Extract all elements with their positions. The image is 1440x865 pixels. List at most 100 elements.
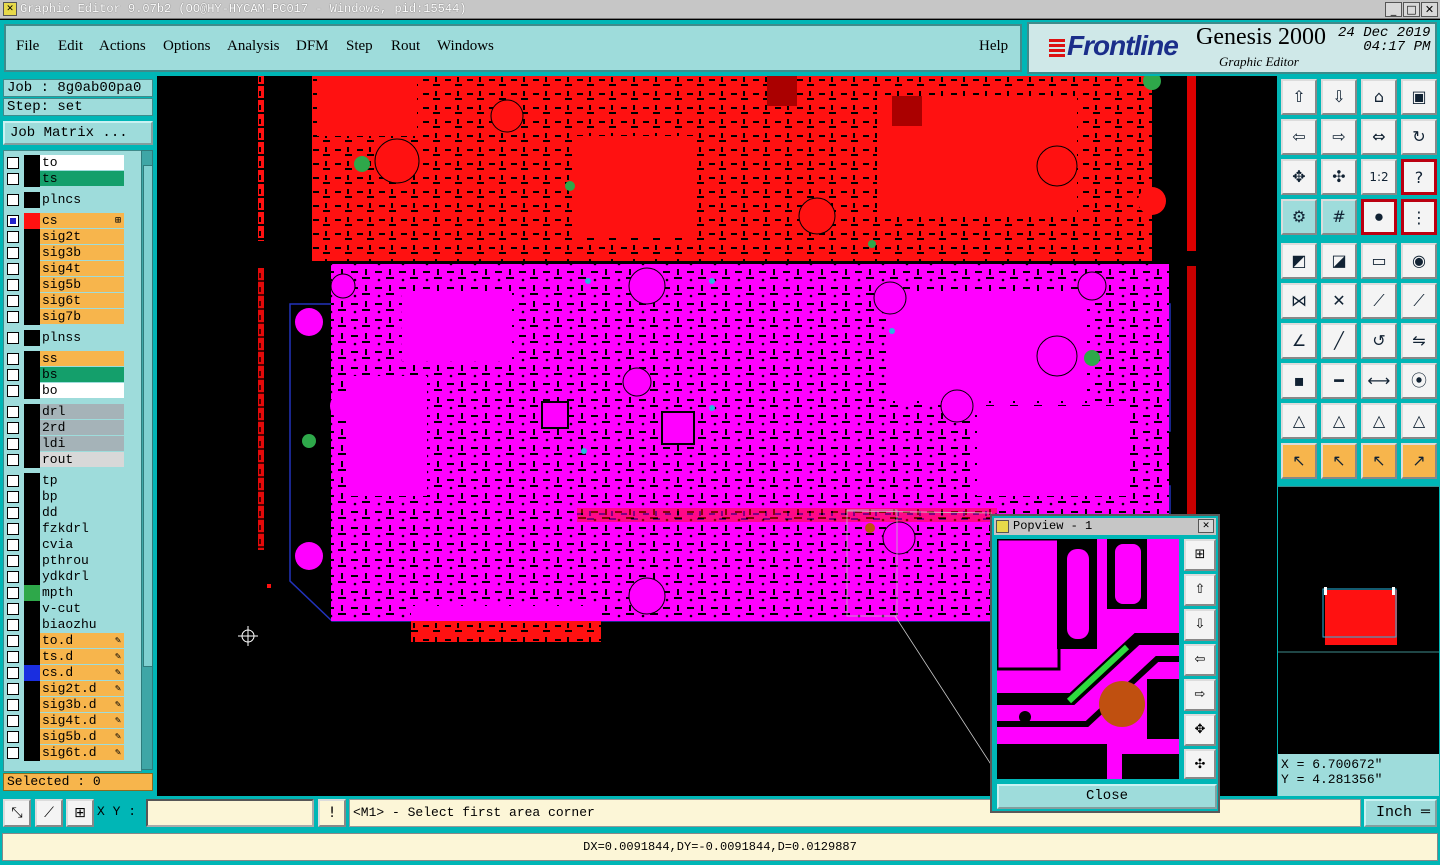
layer-checkbox[interactable] bbox=[7, 454, 19, 466]
layer-checkbox[interactable] bbox=[7, 667, 19, 679]
layer-name[interactable]: to bbox=[40, 155, 124, 170]
layer-color-swatch[interactable] bbox=[24, 309, 40, 325]
popview-right-icon[interactable]: ⇨ bbox=[1184, 679, 1216, 711]
layer-checkbox[interactable] bbox=[7, 231, 19, 243]
connect-pads-icon[interactable]: ⋈ bbox=[1281, 283, 1317, 319]
layer-color-swatch[interactable] bbox=[24, 745, 40, 761]
menu-dfm[interactable]: DFM bbox=[296, 38, 329, 55]
layer-color-swatch[interactable] bbox=[24, 155, 40, 171]
layer-color-swatch[interactable] bbox=[24, 713, 40, 729]
layer-name[interactable]: plncs bbox=[40, 192, 124, 207]
layer-color-swatch[interactable] bbox=[24, 553, 40, 569]
layer-checkbox[interactable] bbox=[7, 475, 19, 487]
layer-row-drl[interactable]: drl bbox=[4, 404, 141, 420]
layer-name[interactable]: bs bbox=[40, 367, 124, 382]
layer-row-sig2t[interactable]: sig2t bbox=[4, 229, 141, 245]
bar-icon[interactable]: ━ bbox=[1321, 363, 1357, 399]
layer-name[interactable]: mpth bbox=[40, 585, 124, 600]
layer-color-swatch[interactable] bbox=[24, 521, 40, 537]
layer-name[interactable]: sig5b.d ✎ bbox=[40, 729, 124, 744]
snap-button[interactable]: ⟋ bbox=[35, 799, 63, 827]
layer-color-swatch[interactable] bbox=[24, 473, 40, 489]
menu-edit[interactable]: Edit bbox=[58, 38, 83, 55]
dot-select-icon[interactable]: ◉ bbox=[1401, 243, 1437, 279]
layer-color-swatch[interactable] bbox=[24, 404, 40, 420]
window-split-icon[interactable]: ▣ bbox=[1401, 79, 1437, 115]
layer-row-sig4t[interactable]: sig4t bbox=[4, 261, 141, 277]
layer-checkbox[interactable] bbox=[7, 555, 19, 567]
popview-fit-icon[interactable]: ✥ bbox=[1184, 714, 1216, 746]
triangle-arc-icon[interactable]: △ bbox=[1361, 403, 1397, 439]
layer-name[interactable]: cs ⊞ bbox=[40, 213, 124, 228]
house-icon[interactable]: ⌂ bbox=[1361, 79, 1397, 115]
layer-name[interactable]: ts.d ✎ bbox=[40, 649, 124, 664]
layer-checkbox[interactable] bbox=[7, 731, 19, 743]
layer-scrollbar[interactable] bbox=[141, 150, 153, 770]
layer-row-ts[interactable]: ts bbox=[4, 171, 141, 187]
layer-checkbox[interactable] bbox=[7, 295, 19, 307]
layer-color-swatch[interactable] bbox=[24, 383, 40, 399]
layer-color-swatch[interactable] bbox=[24, 585, 40, 601]
layer-name[interactable]: sig2t.d ✎ bbox=[40, 681, 124, 696]
popview-left-icon[interactable]: ⇦ bbox=[1184, 644, 1216, 676]
layer-name[interactable]: cvia bbox=[40, 537, 124, 552]
layer-row-sig6t.d[interactable]: sig6t.d ✎ bbox=[4, 745, 141, 761]
layer-row-sig3b.d[interactable]: sig3b.d ✎ bbox=[4, 697, 141, 713]
layer-name[interactable]: ts bbox=[40, 171, 124, 186]
pad-add-icon[interactable]: ▪ bbox=[1281, 363, 1317, 399]
popview-viewport[interactable] bbox=[997, 539, 1179, 779]
layer-name[interactable]: ldi bbox=[40, 436, 124, 451]
pan-right-icon[interactable]: ⇨ bbox=[1321, 119, 1357, 155]
layer-control-icon[interactable]: ⋮ bbox=[1401, 199, 1437, 235]
triangle-cut-icon[interactable]: △ bbox=[1401, 403, 1437, 439]
layer-checkbox[interactable] bbox=[7, 173, 19, 185]
layer-row-sig5b[interactable]: sig5b bbox=[4, 277, 141, 293]
layer-checkbox[interactable] bbox=[7, 619, 19, 631]
layer-row-cs[interactable]: cs ⊞ bbox=[4, 213, 141, 229]
popview-window[interactable]: Popview - 1 ✕ ⊞ ⇧ ⇩ ⇦ ⇨ ✥ ✣ Close bbox=[990, 514, 1220, 813]
menu-help[interactable]: Help bbox=[979, 38, 1008, 55]
layer-name[interactable]: v-cut bbox=[40, 601, 124, 616]
layer-name[interactable]: tp bbox=[40, 473, 124, 488]
grid-icon[interactable]: # bbox=[1321, 199, 1357, 235]
layer-color-swatch[interactable] bbox=[24, 351, 40, 367]
layer-row-cs.d[interactable]: cs.d ✎ bbox=[4, 665, 141, 681]
layer-checkbox[interactable] bbox=[7, 406, 19, 418]
layer-checkbox[interactable] bbox=[7, 539, 19, 551]
minimize-button[interactable]: _ bbox=[1385, 2, 1402, 17]
layer-name[interactable]: sig4t.d ✎ bbox=[40, 713, 124, 728]
layer-color-swatch[interactable] bbox=[24, 293, 40, 309]
layer-color-swatch[interactable] bbox=[24, 505, 40, 521]
layer-name[interactable]: sig7b bbox=[40, 309, 124, 324]
layer-checkbox[interactable] bbox=[7, 369, 19, 381]
scale-1-2-icon[interactable]: 1:2 bbox=[1361, 159, 1397, 195]
layer-color-swatch[interactable] bbox=[24, 171, 40, 187]
layer-name[interactable]: biaozhu bbox=[40, 617, 124, 632]
layer-color-swatch[interactable] bbox=[24, 420, 40, 436]
layer-checkbox[interactable] bbox=[7, 715, 19, 727]
layer-row-tp[interactable]: tp bbox=[4, 473, 141, 489]
layer-checkbox[interactable] bbox=[7, 422, 19, 434]
menu-file[interactable]: File bbox=[16, 38, 39, 55]
layer-row-sig5b.d[interactable]: sig5b.d ✎ bbox=[4, 729, 141, 745]
diagonal-line-icon[interactable]: ╱ bbox=[1321, 323, 1357, 359]
fit-profile-icon[interactable]: ✣ bbox=[1321, 159, 1357, 195]
layer-color-swatch[interactable] bbox=[24, 245, 40, 261]
layer-row-ldi[interactable]: ldi bbox=[4, 436, 141, 452]
redraw-icon[interactable]: ↻ bbox=[1401, 119, 1437, 155]
unit-selector[interactable]: Inch ═ bbox=[1364, 799, 1437, 827]
layer-row-bp[interactable]: bp bbox=[4, 489, 141, 505]
xy-input[interactable] bbox=[146, 799, 314, 827]
layer-row-mpth[interactable]: mpth bbox=[4, 585, 141, 601]
menu-analysis[interactable]: Analysis bbox=[227, 38, 280, 55]
layer-name[interactable]: sig2t bbox=[40, 229, 124, 244]
grid-snap-button[interactable]: ⊞ bbox=[66, 799, 94, 827]
zoom-window-button[interactable]: ⤡ bbox=[3, 799, 31, 827]
layer-checkbox[interactable] bbox=[7, 571, 19, 583]
layer-row-plnss[interactable]: plnss bbox=[4, 330, 141, 346]
layer-checkbox[interactable] bbox=[7, 507, 19, 519]
layer-name[interactable]: to.d ✎ bbox=[40, 633, 124, 648]
layer-name[interactable]: fzkdrl bbox=[40, 521, 124, 536]
layer-row-sig2t.d[interactable]: sig2t.d ✎ bbox=[4, 681, 141, 697]
popview-close-button[interactable]: Close bbox=[997, 784, 1217, 809]
